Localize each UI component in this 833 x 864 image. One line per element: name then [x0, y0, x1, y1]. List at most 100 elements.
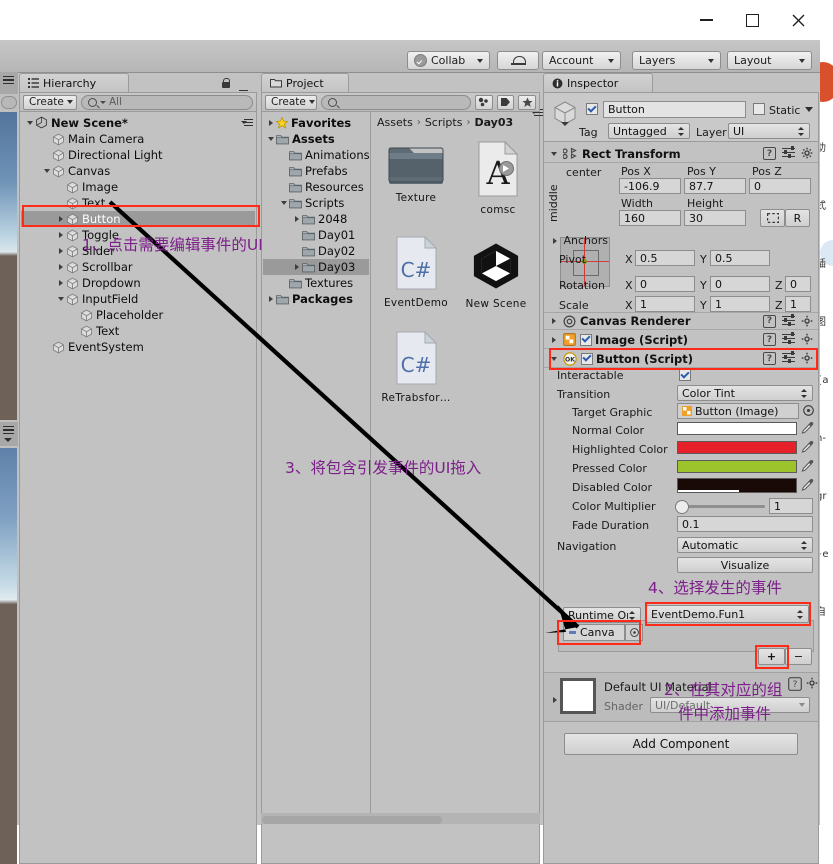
blueprint-mode-button[interactable]: [760, 209, 785, 227]
chevron-down-icon[interactable]: [41, 163, 52, 179]
help-icon[interactable]: ?: [763, 352, 776, 365]
help-icon[interactable]: ?: [763, 333, 776, 346]
normal-color-swatch[interactable]: [677, 422, 797, 435]
scene-view-search-1[interactable]: [1, 96, 17, 109]
static-dropdown-icon[interactable]: [805, 107, 813, 112]
chevron-right-icon[interactable]: [55, 259, 66, 275]
highlighted-color-swatch[interactable]: [677, 441, 797, 454]
scene-view-render-2[interactable]: [0, 448, 17, 678]
scene-view-caret-icon[interactable]: [4, 438, 12, 442]
hierarchy-create-button[interactable]: Create: [23, 94, 77, 110]
pos-z-field[interactable]: 0: [749, 178, 811, 194]
hierarchy-item-directional-light[interactable]: Directional Light: [21, 147, 255, 163]
scene-view-menu-icon-1[interactable]: [3, 76, 14, 85]
interactable-checkbox[interactable]: [679, 369, 691, 381]
hierarchy-item-eventsystem[interactable]: EventSystem: [21, 339, 255, 355]
lock-icon[interactable]: [222, 78, 230, 88]
object-picker-icon[interactable]: [803, 405, 814, 419]
hierarchy-item-placeholder[interactable]: Placeholder: [21, 307, 255, 323]
rotation-x-field[interactable]: 0: [635, 276, 695, 292]
button-script-enabled-checkbox[interactable]: [581, 352, 593, 365]
chevron-right-icon[interactable]: [55, 211, 66, 227]
chevron-down-icon[interactable]: [265, 131, 276, 147]
scale-y-field[interactable]: 1: [710, 296, 770, 312]
project-create-button[interactable]: Create: [265, 94, 317, 110]
collab-button[interactable]: Collab: [407, 51, 490, 70]
chevron-right-icon[interactable]: [548, 313, 559, 329]
component-header-canvas-renderer[interactable]: Canvas Renderer ?: [544, 312, 818, 330]
eyedropper-icon[interactable]: [801, 459, 814, 473]
project-tree-item-favorites[interactable]: Favorites: [263, 115, 369, 131]
anchors-foldout[interactable]: Anchors: [549, 233, 609, 249]
account-button[interactable]: Account: [542, 51, 621, 70]
asset-item-new-scene[interactable]: New Scene: [455, 240, 537, 310]
breadcrumb-item[interactable]: Assets: [377, 116, 413, 129]
project-tree-item-prefabs[interactable]: Prefabs: [263, 163, 369, 179]
breadcrumb-item-current[interactable]: Day03: [474, 116, 513, 129]
chevron-right-icon[interactable]: [265, 115, 276, 131]
chevron-right-icon[interactable]: [55, 243, 66, 259]
color-multiplier-slider-handle[interactable]: [675, 500, 689, 514]
scene-view-menu-icon-2[interactable]: [3, 426, 14, 435]
width-field[interactable]: 160: [619, 210, 681, 226]
asset-item-retrabsfor[interactable]: C# ReTrabsfor…: [375, 330, 457, 404]
rotation-y-field[interactable]: 0: [710, 276, 770, 292]
project-hscrollbar-thumb[interactable]: [262, 816, 442, 824]
on-click-add-button[interactable]: +: [758, 648, 785, 665]
project-tree-item-textures[interactable]: Textures: [263, 275, 369, 291]
scale-z-field[interactable]: 1: [785, 296, 811, 312]
hierarchy-item-main-camera[interactable]: Main Camera: [21, 131, 255, 147]
component-header-rect-transform[interactable]: Rect Transform ?: [544, 145, 818, 163]
tab-inspector[interactable]: Inspector: [543, 73, 653, 92]
chevron-down-icon[interactable]: [55, 291, 66, 307]
component-header-button-script[interactable]: OK Button (Script) ?: [544, 350, 818, 368]
navigation-dropdown[interactable]: Automatic: [677, 537, 813, 553]
on-click-remove-button[interactable]: −: [785, 648, 812, 665]
project-tree-item-day03[interactable]: Day03: [263, 259, 369, 275]
chevron-down-icon[interactable]: [24, 115, 35, 131]
minimize-icon[interactable]: [683, 0, 729, 40]
project-favorite-button[interactable]: [518, 94, 537, 110]
breadcrumb-item[interactable]: Scripts: [425, 116, 463, 129]
disabled-color-swatch[interactable]: [677, 478, 797, 493]
project-search-input[interactable]: [321, 94, 471, 110]
hierarchy-item-text[interactable]: Text: [21, 195, 255, 211]
hierarchy-item-button[interactable]: Button: [21, 211, 255, 227]
on-click-object-field[interactable]: Canva: [563, 624, 625, 641]
tag-dropdown[interactable]: Untagged: [608, 123, 690, 139]
project-tree-item-assets[interactable]: Assets: [263, 131, 369, 147]
chevron-right-icon[interactable]: [55, 227, 66, 243]
project-filter-type-button[interactable]: [475, 94, 493, 110]
gear-icon[interactable]: [806, 677, 819, 693]
component-header-image-script[interactable]: Image (Script) ?: [544, 331, 818, 349]
object-name-field[interactable]: Button: [603, 101, 746, 118]
hierarchy-item-dropdown[interactable]: Dropdown: [21, 275, 255, 291]
project-filter-label-button[interactable]: [496, 94, 515, 110]
tab-project[interactable]: Project: [261, 73, 349, 92]
project-tree-item-resources[interactable]: Resources: [263, 179, 369, 195]
pivot-x-field[interactable]: 0.5: [635, 250, 695, 266]
chevron-down-icon[interactable]: [278, 195, 289, 211]
pressed-color-swatch[interactable]: [677, 460, 797, 473]
scene-menu-icon[interactable]: [241, 118, 253, 127]
visualize-button[interactable]: Visualize: [677, 557, 813, 573]
chevron-right-icon[interactable]: [291, 259, 302, 275]
scene-root-row[interactable]: New Scene*: [21, 114, 258, 131]
asset-item-comsc[interactable]: A comsc: [457, 140, 539, 216]
material-help-icon[interactable]: ?: [788, 677, 802, 694]
on-click-object-picker[interactable]: [625, 624, 643, 641]
gear-icon[interactable]: [801, 352, 814, 365]
hierarchy-item-canvas[interactable]: Canvas: [21, 163, 255, 179]
layers-button[interactable]: Layers: [632, 51, 721, 70]
project-tree-item-packages[interactable]: Packages: [263, 291, 369, 307]
hierarchy-item-scrollbar[interactable]: Scrollbar: [21, 259, 255, 275]
close-icon[interactable]: [775, 0, 821, 40]
pivot-y-field[interactable]: 0.5: [710, 250, 770, 266]
scale-x-field[interactable]: 1: [635, 296, 695, 312]
tab-hierarchy[interactable]: Hierarchy: [19, 73, 129, 92]
preset-icon[interactable]: [782, 146, 795, 160]
project-tree-item-2048[interactable]: 2048: [263, 211, 369, 227]
chevron-right-icon[interactable]: [549, 233, 560, 249]
material-foldout-icon[interactable]: [549, 692, 560, 708]
object-enabled-checkbox[interactable]: [586, 103, 598, 115]
